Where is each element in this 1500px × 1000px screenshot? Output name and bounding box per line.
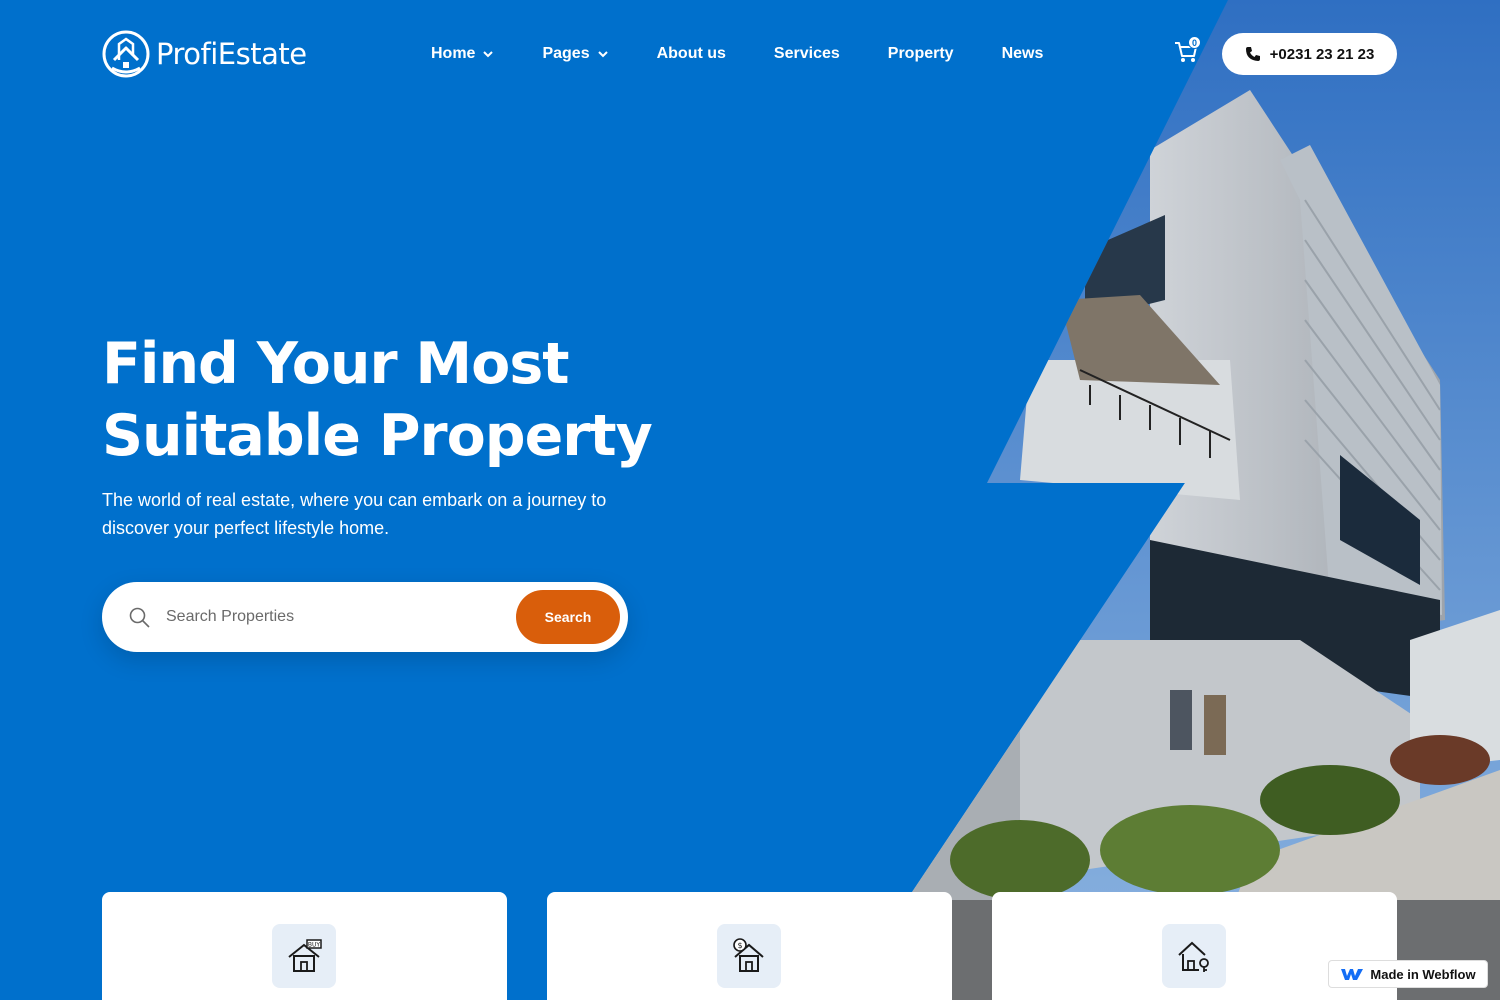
nav-item-services[interactable]: Services — [774, 43, 840, 65]
badge-label: Made in Webflow — [1370, 966, 1476, 982]
cart-count-badge: 0 — [1188, 36, 1201, 49]
card-icon-container — [1162, 924, 1226, 988]
search-icon — [129, 607, 150, 628]
hero-title-line-2: Suitable Property — [102, 403, 653, 469]
chevron-down-icon — [483, 51, 494, 58]
nav-item-about-us[interactable]: About us — [657, 43, 726, 65]
card-icon-container: BUY — [272, 924, 336, 988]
service-card-price[interactable]: $ — [547, 892, 952, 1000]
cart-button[interactable]: 0 — [1174, 36, 1201, 65]
phone-button[interactable]: +0231 23 21 23 — [1222, 33, 1397, 75]
service-card-buy[interactable]: BUY — [102, 892, 507, 1000]
brand-name: ProfiEstate — [156, 37, 307, 71]
nav-item-news[interactable]: News — [1002, 43, 1044, 65]
logo-house-icon — [102, 30, 150, 78]
hero-title-line-1: Find Your Most — [102, 331, 569, 397]
svg-text:$: $ — [737, 941, 742, 950]
nav-label: Services — [773, 45, 840, 62]
nav-label: Home — [431, 45, 476, 62]
chevron-down-icon — [597, 51, 608, 58]
nav-label: News — [1001, 45, 1044, 62]
card-icon-container: $ — [717, 924, 781, 988]
hero-title: Find Your Most Suitable Property — [102, 328, 762, 472]
made-in-webflow-badge[interactable]: Made in Webflow — [1328, 960, 1488, 988]
hero-subtitle: The world of real estate, where you can … — [102, 490, 607, 538]
nav-label: Pages — [542, 45, 590, 62]
property-search-form: Search — [102, 582, 628, 652]
phone-icon — [1245, 47, 1260, 61]
house-key-icon — [1178, 941, 1209, 972]
main-nav: Home Pages About us Services Property Ne… — [431, 43, 1091, 65]
nav-label: About us — [656, 45, 726, 62]
logo[interactable]: ProfiEstate — [102, 29, 307, 79]
nav-item-property[interactable]: Property — [888, 43, 954, 65]
house-price-icon: $ — [733, 938, 764, 972]
nav-item-home[interactable]: Home — [431, 43, 494, 65]
buy-house-icon: BUY — [288, 939, 322, 972]
phone-number: +0231 23 21 23 — [1269, 45, 1375, 63]
nav-label: Property — [887, 45, 954, 62]
nav-item-pages[interactable]: Pages — [542, 43, 608, 65]
webflow-logo-icon — [1341, 969, 1364, 980]
svg-text:BUY: BUY — [308, 942, 321, 949]
search-button[interactable]: Search — [516, 590, 620, 644]
search-input[interactable] — [166, 602, 496, 632]
